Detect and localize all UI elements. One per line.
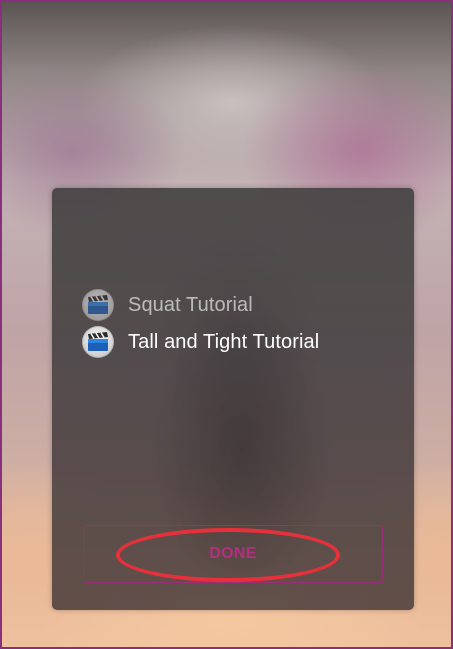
menu-item-label: Squat Tutorial [128,293,253,316]
tutorial-picker-panel: Squat Tutorial Tall and Tight Tutorial D… [52,188,414,610]
clapperboard-icon [82,289,114,321]
done-button-label: DONE [209,545,257,562]
clapperboard-icon [82,326,114,358]
done-button[interactable]: DONE [83,525,383,583]
screen-frame: Squat Tutorial Tall and Tight Tutorial D… [0,0,453,649]
menu-item-tall-and-tight-tutorial[interactable]: Tall and Tight Tutorial [82,326,319,358]
menu-item-squat-tutorial[interactable]: Squat Tutorial [82,289,253,321]
menu-item-label: Tall and Tight Tutorial [128,330,320,353]
